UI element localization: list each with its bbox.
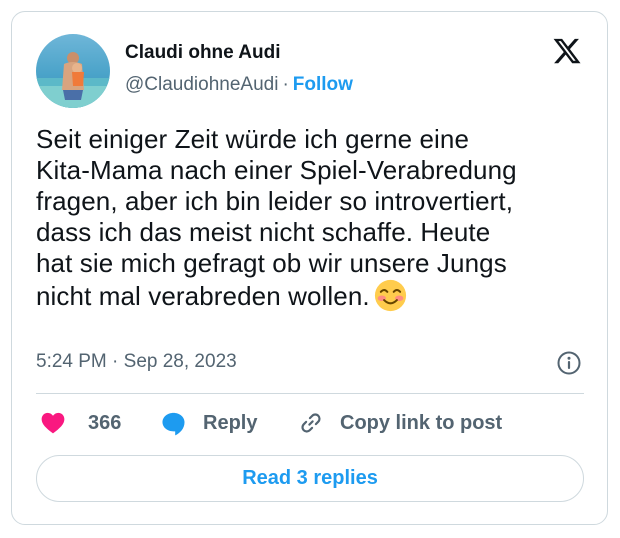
avatar-photo [36, 34, 110, 108]
tweet-line: nicht mal verabreden wollen. [36, 281, 370, 311]
info-icon[interactable] [556, 350, 582, 376]
like-count: 366 [88, 411, 122, 434]
tweet-time: 5:24 PM [36, 351, 107, 372]
x-logo-icon[interactable] [552, 36, 582, 66]
speech-bubble-icon [162, 412, 185, 436]
divider [36, 393, 584, 394]
tweet-line-last: nicht mal verabreden wollen. [36, 279, 592, 312]
handle-separator: · [282, 74, 289, 95]
tweet-card: Claudi ohne Audi @ClaudiohneAudi · Follow … [11, 11, 608, 525]
heart-icon [41, 412, 65, 434]
like-button[interactable]: 366 [40, 410, 121, 436]
tweet-date: Sep 28, 2023 [123, 351, 237, 372]
action-bar: 366 Reply Copy link to post [36, 410, 584, 440]
tweet-timestamp[interactable]: 5:24 PM · Sep 28, 2023 [36, 351, 237, 373]
link-icon [301, 413, 321, 433]
copy-link-label: Copy link to post [340, 411, 503, 434]
tweet-line: dass ich das meist nicht schaffe. Heute [36, 217, 491, 247]
author-handle[interactable]: @ClaudiohneAudi [125, 74, 278, 95]
reply-button[interactable]: Reply [160, 410, 257, 437]
author-handle-row: @ClaudiohneAudi · Follow [125, 74, 353, 96]
tweet-line: Kita-Mama nach einer Spiel-Verabredung [36, 155, 517, 185]
tweet-line: Seit einiger Zeit würde ich gerne eine [36, 124, 470, 154]
tweet-line: hat sie mich gefragt ob wir unsere Jungs [36, 248, 507, 278]
follow-button[interactable]: Follow [293, 74, 353, 95]
copy-link-button[interactable]: Copy link to post [298, 410, 502, 436]
reply-label: Reply [203, 412, 258, 434]
tweet-body: Seit einiger Zeit würde ich gerne eine K… [36, 124, 592, 312]
tweet-line: fragen, aber ich bin leider so introvert… [36, 186, 514, 216]
smiling-face-emoji-icon [374, 279, 407, 312]
read-replies-button[interactable]: Read 3 replies [36, 455, 584, 502]
author-avatar[interactable] [36, 34, 110, 108]
timestamp-separator: · [112, 351, 119, 372]
author-display-name[interactable]: Claudi ohne Audi [125, 42, 281, 64]
